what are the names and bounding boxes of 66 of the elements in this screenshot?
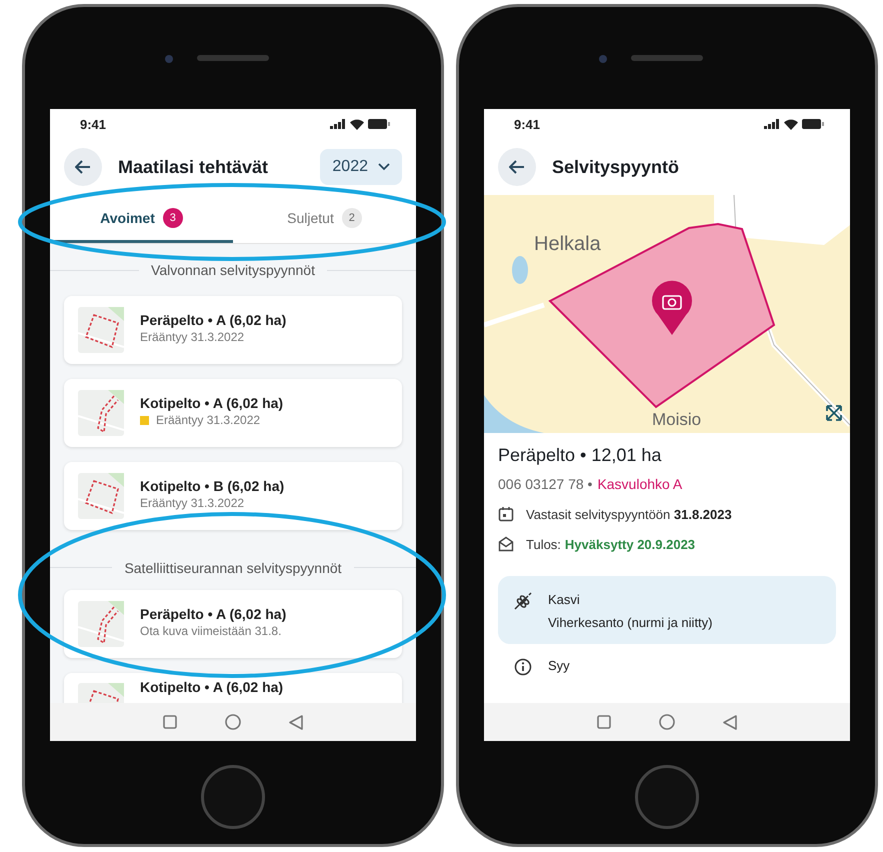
home-icon[interactable] [659,714,675,730]
recent-apps-icon[interactable] [597,715,611,729]
back-button[interactable] [498,148,536,186]
task-card[interactable]: Kotipelto • A (6,02 ha) Erääntyy 31.3.2022 [64,379,402,447]
back-icon[interactable] [289,714,303,730]
page-title: Maatilasi tehtävät [118,156,270,178]
map-drawing[interactable]: Helkala Moisio [484,195,850,433]
wifi-icon [350,118,364,130]
wheat-icon [514,592,532,610]
section-title: Satelliittiseurannan selvityspyynnöt [124,560,342,576]
year-dropdown[interactable]: 2022 [320,149,402,185]
task-due-date: Erääntyy 31.3.2022 [140,330,244,344]
camera-dot [165,55,173,63]
signal-icon [330,119,346,129]
calendar-icon [498,506,514,522]
page-title: Selvityspyyntö [552,156,680,178]
detail-label: Kasvi [548,592,581,607]
task-title: Kotipelto • A (6,02 ha) [140,679,284,695]
signal-icon [764,119,780,129]
parcel-block-label: Kasvulohko A [597,476,682,492]
task-title: Kotipelto • B (6,02 ha) [140,478,284,494]
camera-dot [599,55,607,63]
recent-apps-icon[interactable] [163,715,177,729]
speaker-grille [197,55,269,61]
speaker-grille [631,55,703,61]
info-icon [514,658,532,676]
status-time: 9:41 [514,116,540,132]
chevron-down-icon [378,163,390,171]
detail-label: Syy [548,658,570,675]
battery-icon [368,119,390,129]
back-arrow-icon [75,160,91,174]
detail-value: Viherkesanto (nurmi ja niitty) [548,615,712,630]
task-due-date: Ota kuva viimeistään 31.8. [140,624,282,638]
expand-icon[interactable] [826,405,842,421]
back-icon[interactable] [723,714,737,730]
place-label: Moisio [652,410,702,429]
task-card[interactable]: Peräpelto • A (6,02 ha) Ota kuva viimeistään 31.8. [64,590,402,658]
result-value: Hyväksytty 20.9.2023 [564,536,696,552]
map-thumbnail [78,473,124,519]
task-title: Peräpelto • A (6,02 ha) [140,606,286,622]
task-title: Kotipelto • A (6,02 ha) [140,395,284,411]
task-due-date: Erääntyy 31.3.2022 [140,496,244,510]
result-label: Tulos: [526,536,561,552]
wifi-icon [784,118,798,130]
envelope-icon [498,536,514,552]
task-card[interactable]: Kotipelto • A (6,02 ha) [64,673,402,703]
count-badge: 2 [342,208,362,228]
map-thumbnail [78,601,124,647]
back-button[interactable] [64,148,102,186]
task-card[interactable]: Kotipelto • B (6,02 ha) Erääntyy 31.3.2022 [64,462,402,530]
battery-icon [802,119,824,129]
map-thumbnail [78,307,124,353]
count-badge: 3 [162,208,183,228]
task-title: Peräpelto • A (6,02 ha) [140,312,286,328]
parcel-title: Peräpelto • 12,01 ha [498,445,662,466]
status-time: 9:41 [80,116,106,132]
home-icon[interactable] [225,714,241,730]
map-thumbnail [78,390,124,436]
section-title: Valvonnan selvityspyynnöt [151,262,315,278]
parcel-id: 006 03127 78 • [498,476,592,492]
back-arrow-icon [509,160,525,174]
response-date: Vastasit selvityspyyntöön 31.8.2023 [526,506,732,522]
place-label: Helkala [534,233,601,255]
task-due-date: Erääntyy 31.3.2022 [156,413,260,427]
camera-pin-icon[interactable] [652,280,692,335]
task-card[interactable]: Peräpelto • A (6,02 ha) Erääntyy 31.3.2022 [64,296,402,364]
